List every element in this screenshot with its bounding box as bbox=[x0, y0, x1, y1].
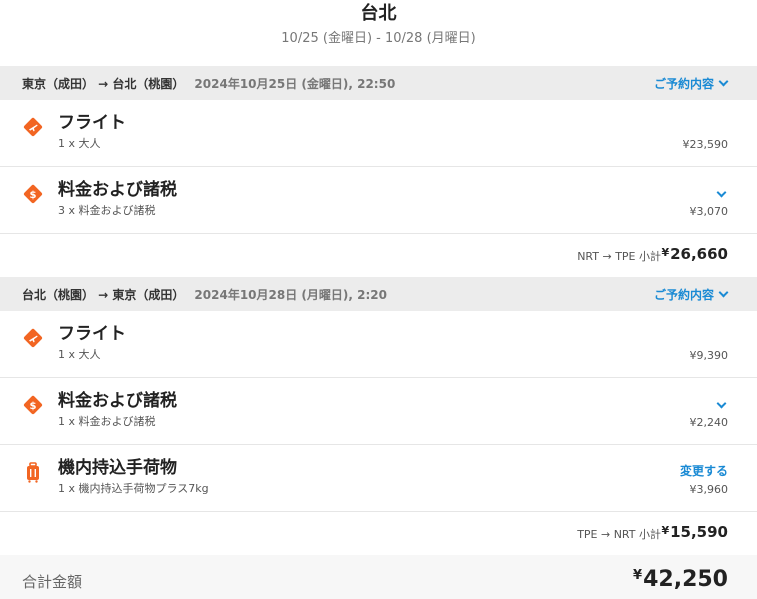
item-name: 料金および諸税 bbox=[58, 391, 177, 411]
item-description: 1 x 大人 bbox=[58, 348, 101, 361]
subtotal-amount: ¥15,590 bbox=[661, 523, 728, 541]
item-description: 1 x 機内持込手荷物プラス7kg bbox=[58, 482, 209, 495]
yen-symbol: ¥ bbox=[661, 524, 670, 537]
booking-details-label: ご予約内容 bbox=[653, 287, 714, 302]
chevron-down-icon bbox=[718, 287, 729, 297]
item-price: ¥23,590 bbox=[682, 138, 729, 151]
item-price: ¥3,960 bbox=[689, 483, 729, 496]
line-item-flight: フライト 1 x 大人 ¥23,590 bbox=[0, 100, 757, 167]
line-item-fees: $ 料金および諸税 3 x 料金および諸税 ¥3,070 bbox=[0, 167, 757, 234]
chevron-down-icon bbox=[718, 76, 729, 86]
item-description: 1 x 料金および諸税 bbox=[58, 415, 156, 428]
svg-text:$: $ bbox=[30, 190, 37, 201]
chevron-down-icon bbox=[716, 398, 727, 409]
subtotal-label: NRT → TPE 小計 bbox=[577, 250, 661, 263]
flight-tag-icon bbox=[23, 117, 43, 137]
flight-tag-icon bbox=[23, 328, 43, 348]
expand-fees-toggle[interactable] bbox=[716, 392, 727, 411]
subtotal-label: TPE → NRT 小計 bbox=[577, 528, 661, 541]
yen-symbol: ¥ bbox=[661, 246, 670, 259]
booking-summary: 台北 10/25 (金曜日) - 10/28 (月曜日) 東京（成田） → 台北… bbox=[0, 0, 757, 599]
trip-dates: 10/25 (金曜日) - 10/28 (月曜日) bbox=[281, 31, 476, 46]
item-name: 機内持込手荷物 bbox=[58, 458, 177, 478]
total-value: 42,250 bbox=[643, 567, 728, 592]
summary-header: 台北 10/25 (金曜日) - 10/28 (月曜日) bbox=[0, 0, 757, 66]
leg-route: 台北（桃園） → 東京（成田） bbox=[22, 287, 185, 302]
booking-details-label: ご予約内容 bbox=[653, 76, 714, 91]
item-name: フライト bbox=[58, 324, 126, 344]
subtotal-amount: ¥26,660 bbox=[661, 245, 728, 263]
leg-datetime: 2024年10月25日 (金曜日), 22:50 bbox=[194, 76, 396, 91]
leg-subtotal: TPE → NRT 小計 ¥15,590 bbox=[0, 512, 757, 555]
destination-title: 台北 bbox=[360, 3, 397, 24]
grand-total: 合計金額 ¥42,250 bbox=[0, 555, 757, 599]
change-baggage-link[interactable]: 変更する bbox=[680, 462, 728, 479]
leg-route: 東京（成田） → 台北（桃園） bbox=[22, 76, 185, 91]
item-price: ¥3,070 bbox=[689, 205, 729, 218]
total-label: 合計金額 bbox=[22, 573, 83, 591]
leg-bar-return: 台北（桃園） → 東京（成田） 2024年10月28日 (月曜日), 2:20 … bbox=[0, 277, 757, 311]
item-name: フライト bbox=[58, 113, 126, 133]
chevron-down-icon bbox=[716, 187, 727, 198]
item-name: 料金および諸税 bbox=[58, 180, 177, 200]
item-description: 3 x 料金および諸税 bbox=[58, 204, 156, 217]
booking-details-link[interactable]: ご予約内容 bbox=[653, 286, 729, 303]
expand-fees-toggle[interactable] bbox=[716, 181, 727, 200]
subtotal-value: 26,660 bbox=[670, 245, 728, 263]
subtotal-value: 15,590 bbox=[670, 523, 728, 541]
item-description: 1 x 大人 bbox=[58, 137, 101, 150]
booking-details-link[interactable]: ご予約内容 bbox=[653, 75, 729, 92]
fee-tag-icon: $ bbox=[23, 184, 43, 204]
leg-datetime: 2024年10月28日 (月曜日), 2:20 bbox=[194, 287, 387, 302]
item-price: ¥2,240 bbox=[689, 416, 729, 429]
item-price: ¥9,390 bbox=[689, 349, 729, 362]
total-amount: ¥42,250 bbox=[633, 567, 728, 592]
luggage-icon bbox=[27, 462, 39, 483]
leg-subtotal: NRT → TPE 小計 ¥26,660 bbox=[0, 234, 757, 277]
line-item-fees: $ 料金および諸税 1 x 料金および諸税 ¥2,240 bbox=[0, 378, 757, 445]
line-item-baggage: 機内持込手荷物 1 x 機内持込手荷物プラス7kg 変更する ¥3,960 bbox=[0, 445, 757, 512]
svg-text:$: $ bbox=[30, 401, 37, 412]
line-item-flight: フライト 1 x 大人 ¥9,390 bbox=[0, 311, 757, 378]
fee-tag-icon: $ bbox=[23, 395, 43, 415]
leg-bar-outbound: 東京（成田） → 台北（桃園） 2024年10月25日 (金曜日), 22:50… bbox=[0, 66, 757, 100]
yen-symbol: ¥ bbox=[633, 568, 643, 583]
